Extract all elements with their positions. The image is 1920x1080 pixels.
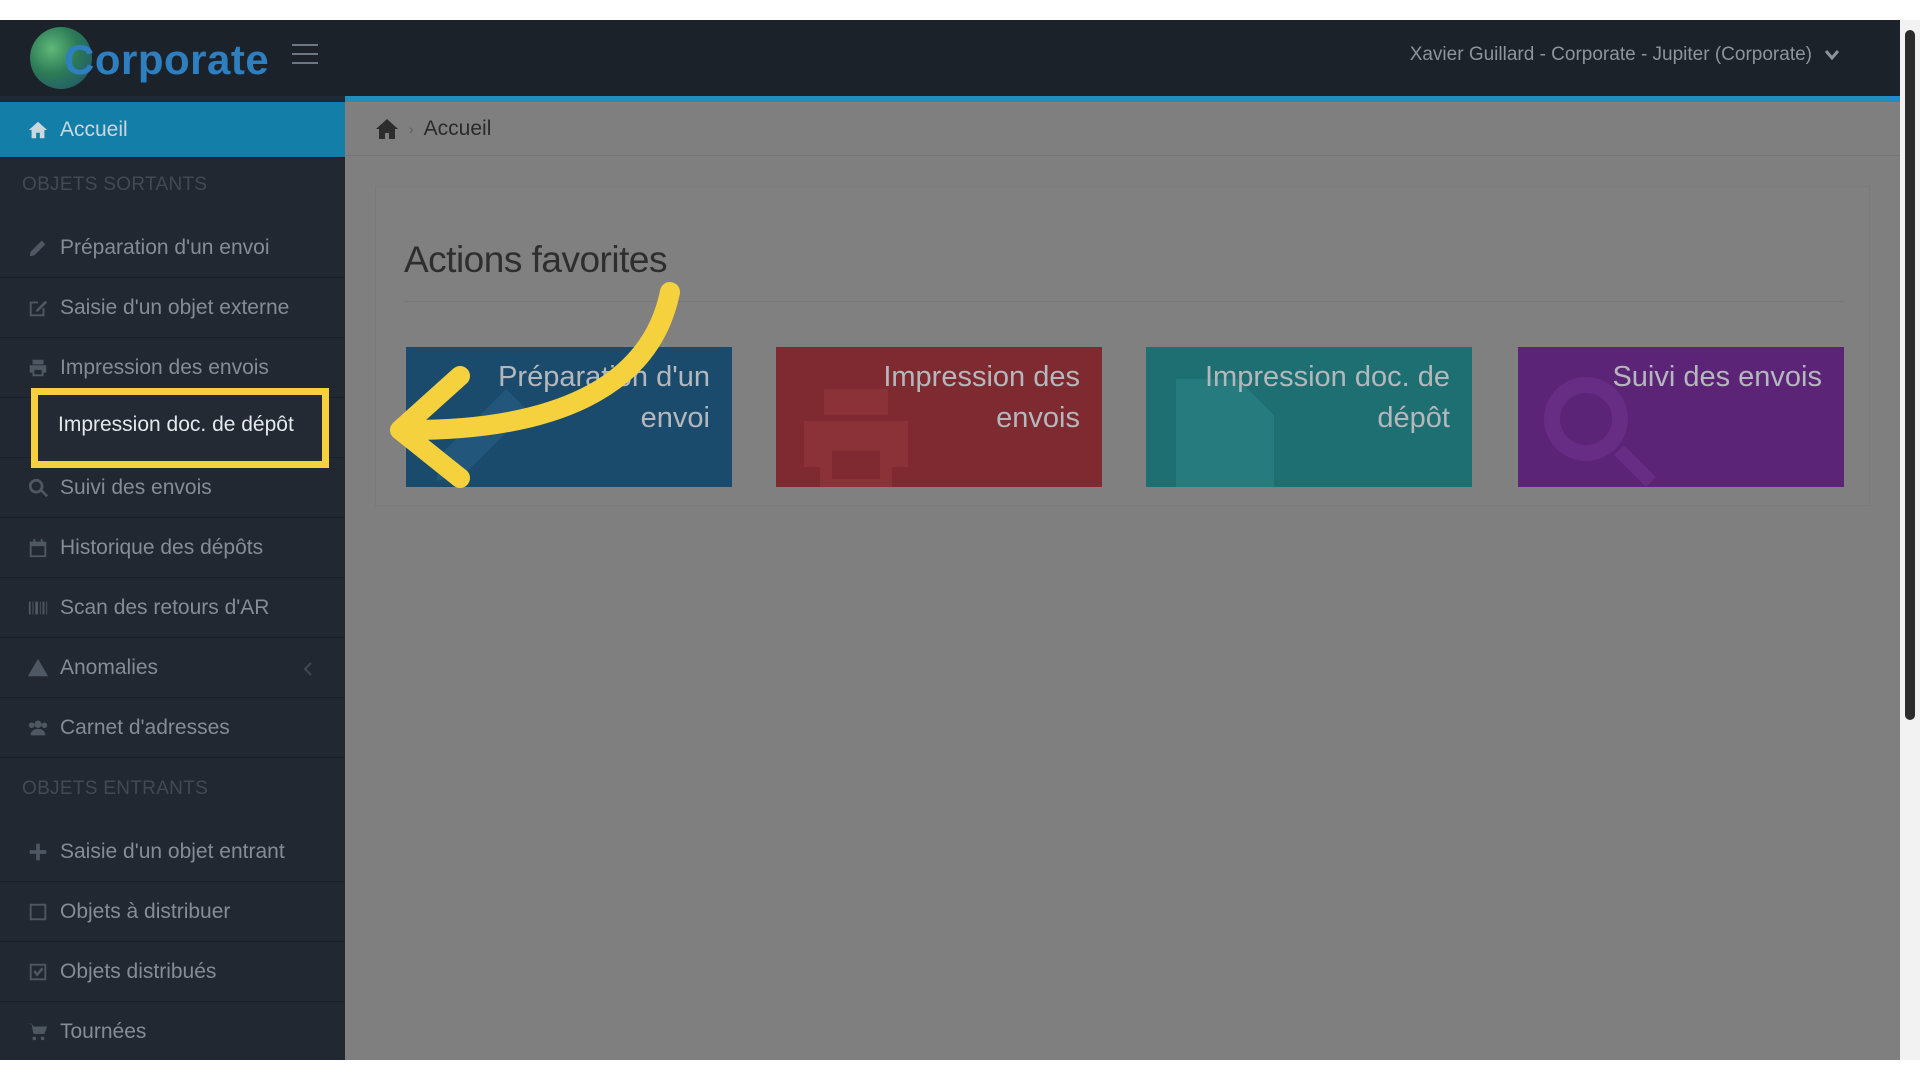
tutorial-arrow-icon bbox=[390, 282, 680, 488]
sidebar-item-label: Objets à distribuer bbox=[60, 899, 231, 923]
breadcrumb-separator-icon: › bbox=[409, 120, 414, 137]
home-icon bbox=[26, 118, 50, 142]
scrollbar-thumb[interactable] bbox=[1905, 30, 1915, 720]
section-header-outgoing: OBJETS SORTANTS bbox=[22, 174, 208, 195]
top-navbar: Corporate Xavier Guillard - Corporate - … bbox=[0, 20, 1900, 96]
printer-icon bbox=[26, 356, 50, 380]
sidebar-item-preparation[interactable]: Préparation d'un envoi bbox=[0, 218, 345, 278]
sidebar-item-label: Saisie d'un objet entrant bbox=[60, 839, 285, 863]
external-edit-icon bbox=[26, 296, 50, 320]
checkbox-empty-icon bbox=[26, 900, 50, 924]
warning-icon bbox=[26, 656, 50, 680]
favorite-tile-impression-envois[interactable]: Impression des envois bbox=[776, 347, 1102, 487]
sidebar-item-label: Accueil bbox=[60, 117, 128, 141]
breadcrumb-current: Accueil bbox=[423, 116, 492, 140]
sidebar-item-scan-ar[interactable]: Scan des retours d'AR bbox=[0, 578, 345, 638]
sidebar-item-saisie-externe[interactable]: Saisie d'un objet externe bbox=[0, 278, 345, 338]
sidebar-item-carnet-adresses[interactable]: Carnet d'adresses bbox=[0, 698, 345, 758]
cart-icon bbox=[26, 1020, 50, 1044]
sidebar-item-label: Saisie d'un objet externe bbox=[60, 295, 290, 319]
home-icon[interactable] bbox=[375, 118, 399, 140]
sidebar-item-objets-distribues[interactable]: Objets distribués bbox=[0, 942, 345, 1002]
sidebar-item-saisie-entrant[interactable]: Saisie d'un objet entrant bbox=[0, 822, 345, 882]
screen: Corporate Xavier Guillard - Corporate - … bbox=[0, 0, 1920, 1080]
brand-logo[interactable]: Corporate bbox=[30, 26, 269, 90]
tile-label: Impression des envois bbox=[883, 361, 1080, 434]
tile-label: Impression doc. de dépôt bbox=[1204, 361, 1450, 434]
sidebar-item-label: Scan des retours d'AR bbox=[60, 595, 270, 619]
sidebar-item-historique[interactable]: Historique des dépôts bbox=[0, 518, 345, 578]
tutorial-highlight-box[interactable]: Impression doc. de dépôt bbox=[31, 388, 329, 468]
sidebar-item-label: Tournées bbox=[60, 1019, 147, 1043]
favorite-tile-suivi-envois[interactable]: Suivi des envois bbox=[1518, 347, 1844, 487]
sidebar-item-label: Impression des envois bbox=[60, 355, 269, 379]
main-content: › Accueil Actions favorites Préparation … bbox=[345, 102, 1900, 1060]
sidebar-item-label: Objets distribués bbox=[60, 959, 217, 983]
pencil-icon bbox=[26, 236, 50, 260]
checkbox-checked-icon bbox=[26, 960, 50, 984]
sidebar-item-accueil[interactable]: Accueil bbox=[0, 102, 345, 158]
sidebar-item-objets-a-distribuer[interactable]: Objets à distribuer bbox=[0, 882, 345, 942]
section-header-incoming: OBJETS ENTRANTS bbox=[22, 778, 209, 799]
sidebar-item-label: Carnet d'adresses bbox=[60, 715, 230, 739]
chevron-left-icon bbox=[303, 661, 315, 676]
favorite-tile-impression-doc-depot[interactable]: Impression doc. de dépôt bbox=[1146, 347, 1472, 487]
plus-icon bbox=[26, 840, 50, 864]
user-menu-label: Xavier Guillard - Corporate - Jupiter (C… bbox=[1409, 44, 1812, 65]
sidebar-item-anomalies[interactable]: Anomalies bbox=[0, 638, 345, 698]
page-scrollbar[interactable] bbox=[1900, 20, 1920, 1060]
sidebar-item-label: Préparation d'un envoi bbox=[60, 235, 270, 259]
tile-label: Suivi des envois bbox=[1612, 361, 1822, 393]
sidebar: Accueil OBJETS SORTANTS Préparation d'un… bbox=[0, 96, 345, 1060]
sidebar-item-label: Historique des dépôts bbox=[60, 535, 264, 559]
brand-logo-text: Corporate bbox=[64, 36, 270, 83]
sidebar-item-label: Anomalies bbox=[60, 655, 159, 679]
highlighted-item-label: Impression doc. de dépôt bbox=[58, 413, 294, 436]
users-icon bbox=[26, 716, 50, 740]
calendar-icon bbox=[26, 536, 50, 560]
chevron-down-icon bbox=[1824, 50, 1840, 61]
hamburger-menu-icon[interactable] bbox=[292, 44, 318, 64]
barcode-icon bbox=[26, 596, 50, 620]
user-menu[interactable]: Xavier Guillard - Corporate - Jupiter (C… bbox=[1410, 44, 1840, 66]
sidebar-item-tournees[interactable]: Tournées bbox=[0, 1002, 345, 1060]
breadcrumb: › Accueil bbox=[345, 102, 1900, 156]
sidebar-item-label: Suivi des envois bbox=[60, 475, 212, 499]
search-icon bbox=[26, 476, 50, 500]
